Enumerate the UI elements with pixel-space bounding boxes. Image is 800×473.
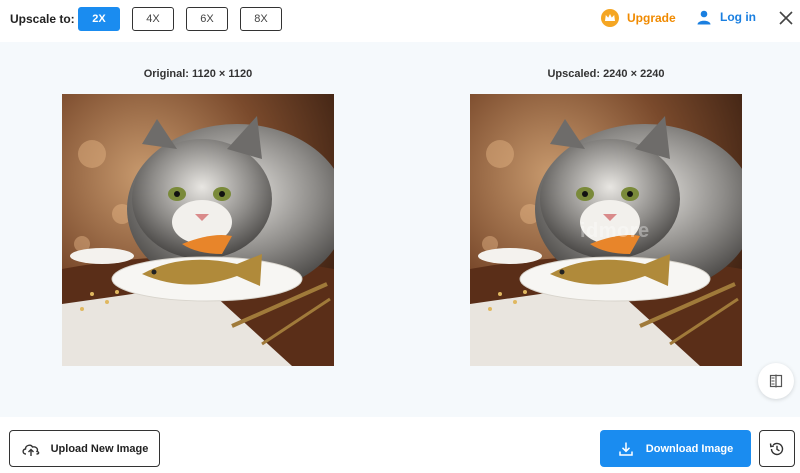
scale-option-label: 4X (146, 13, 160, 25)
download-image-button[interactable]: Download Image (600, 430, 751, 467)
cloud-upload-icon (22, 444, 39, 456)
login-label: Log in (720, 10, 756, 24)
watermark: idmore (580, 220, 650, 242)
original-caption: Original: 1120 × 1120 (143, 68, 253, 80)
scale-option-2x[interactable]: 2X (78, 7, 120, 31)
upgrade-link[interactable]: Upgrade (601, 9, 676, 27)
scale-option-label: 8X (254, 13, 268, 25)
original-image (62, 94, 334, 366)
upscaled-image: idmore (470, 94, 742, 366)
compare-button[interactable] (758, 363, 794, 399)
upscale-label: Upscale to: (10, 12, 75, 26)
scale-option-label: 2X (92, 13, 106, 25)
login-link[interactable]: Log in (696, 9, 756, 25)
scale-option-8x[interactable]: 8X (240, 7, 282, 31)
preview-area: Original: 1120 × 1120 Upscaled: 2240 × 2… (0, 42, 800, 417)
bottom-action-bar: Upload New Image Download Image (0, 417, 800, 473)
scale-option-6x[interactable]: 6X (186, 7, 228, 31)
download-label: Download Image (645, 442, 734, 455)
close-icon[interactable] (778, 10, 794, 26)
upgrade-label: Upgrade (627, 11, 676, 25)
history-icon (769, 442, 784, 455)
compare-icon (769, 374, 783, 388)
crown-icon (601, 9, 619, 27)
upload-label: Upload New Image (50, 442, 149, 455)
user-icon (697, 10, 711, 25)
scale-option-label: 6X (200, 13, 214, 25)
upload-new-image-button[interactable]: Upload New Image (9, 430, 160, 467)
history-button[interactable] (759, 430, 795, 467)
scale-option-4x[interactable]: 4X (132, 7, 174, 31)
top-toolbar: Upscale to: 2X 4X 6X 8X Upgrade Log in (0, 0, 800, 42)
upscaled-caption: Upscaled: 2240 × 2240 (547, 68, 665, 80)
download-icon (619, 442, 633, 456)
